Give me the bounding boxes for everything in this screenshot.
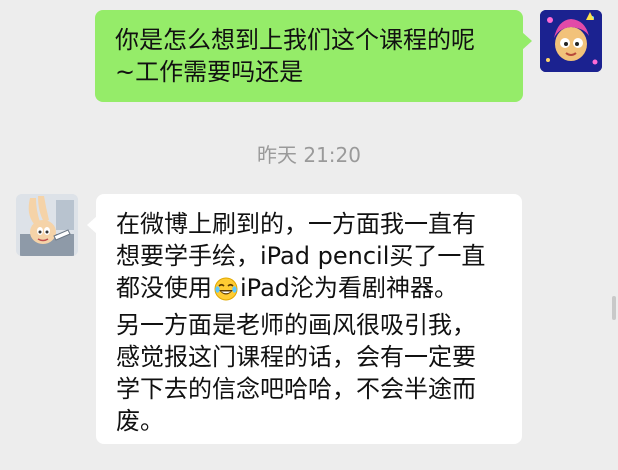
message-text-line: 学下去的信念吧哈哈，不会半途而	[116, 375, 476, 403]
message-text-line: 都没使用 iPad沦为看剧神器。	[116, 272, 502, 309]
my-avatar[interactable]	[540, 10, 602, 72]
message-text-line: 另一方面是老师的画风很吸引我，	[116, 311, 476, 339]
message-text-segment: 都没使用	[116, 274, 212, 302]
message-text-line: 感觉报这门课程的话，会有一定要	[116, 343, 476, 371]
contact-avatar[interactable]	[16, 194, 78, 256]
cartoon-avatar-icon	[540, 10, 602, 72]
message-text-line: 在微博上刷到的，一方面我一直有	[116, 210, 476, 238]
message-text-line: 废。	[116, 407, 164, 435]
message-text-segment: iPad沦为看剧神器。	[240, 274, 459, 302]
message-timestamp: 昨天 21:20	[257, 143, 361, 167]
rabbit-avatar-icon	[16, 194, 78, 256]
scroll-indicator[interactable]	[612, 296, 616, 320]
message-text-line: 你是怎么想到上我们这个课程的呢	[115, 26, 475, 54]
laughing-tears-icon	[214, 277, 238, 309]
outgoing-message-bubble[interactable]: 你是怎么想到上我们这个课程的呢 ~工作需要吗还是	[95, 10, 532, 102]
incoming-message-bubble[interactable]: 在微博上刷到的，一方面我一直有 想要学手绘，iPad pencil买了一直 都没…	[87, 194, 522, 444]
message-text-line: 想要学手绘，iPad pencil买了一直	[116, 242, 486, 270]
message-text-line: ~工作需要吗还是	[115, 58, 304, 86]
